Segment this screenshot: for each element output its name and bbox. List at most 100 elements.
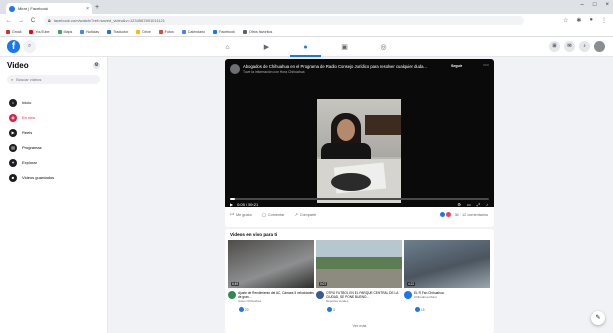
forward-button[interactable]: → (18, 18, 24, 24)
video-thumbnail[interactable]: 6:49 (228, 240, 314, 288)
reaction-summary[interactable]: 36 · 12 comentarios (440, 212, 488, 217)
video-title[interactable]: Abogados de Chihuahua en el Programa de … (243, 64, 453, 69)
suggested-video[interactable]: 4:22 EL R Fan Chihuahua Chihuahua Motor 15 (404, 240, 490, 322)
reload-button[interactable]: C (30, 18, 36, 24)
sidebar-item-explorar[interactable]: ✦ Explorar (7, 156, 100, 169)
bookmark-item[interactable]: Maps (57, 29, 72, 34)
saved-icon: ■ (9, 173, 17, 182)
lock-icon: 🔒︎ (48, 17, 51, 24)
bookmark-favicon-icon (242, 29, 247, 34)
bookmark-item[interactable]: Fotos (158, 29, 174, 34)
browser-toolbar: ← → C 🔒︎ facebook.com/watch/?ref=saved_v… (0, 14, 613, 27)
like-reaction-icon (239, 307, 244, 312)
volume-icon[interactable]: ♪ (486, 202, 488, 207)
page-avatar[interactable] (230, 64, 240, 74)
menu-icon[interactable]: ⋮ (601, 17, 607, 24)
close-window-button[interactable]: × (605, 2, 609, 8)
suggested-video-title[interactable]: Ajuste de Rendimiento del AC, Cámara 5 v… (238, 291, 314, 299)
channel-avatar[interactable] (404, 291, 412, 299)
video-progress-bar[interactable] (230, 198, 489, 200)
sidebar-search[interactable]: ⌕ (7, 75, 100, 84)
facebook-header: f ⌕ ⌂ ▶ ● ▣ ◎ ⊞ ✉ ♪ (0, 37, 613, 57)
share-button[interactable]: ↗ Compartir (295, 212, 317, 218)
sidebar-item-videos-guardados[interactable]: ■ Videos guardados (7, 171, 100, 184)
tab-close-icon[interactable]: × (86, 6, 89, 12)
suggested-video-title[interactable]: OTRO FUTBOL EN EL PARQUE CENTRAL DE LA C… (326, 291, 402, 299)
minimize-button[interactable]: – (581, 2, 584, 8)
new-message-icon[interactable]: ✎ (591, 311, 605, 325)
channel-avatar[interactable] (316, 291, 324, 299)
bookmark-favicon-icon (80, 29, 85, 34)
facebook-logo[interactable]: f (7, 40, 20, 53)
settings-gear-icon[interactable]: ⚙ (93, 62, 100, 69)
new-tab-button[interactable]: + (95, 3, 99, 13)
suggested-reaction-count: 15 (421, 307, 425, 312)
play-icon[interactable]: ▶ (230, 202, 233, 207)
fullscreen-icon[interactable]: ⤢ (477, 202, 480, 207)
sidebar-item-label: Inicio (22, 100, 32, 105)
video-search-input[interactable] (16, 77, 77, 82)
bookmark-item[interactable]: Noticias (80, 29, 99, 34)
home-icon: ⌂ (9, 98, 17, 107)
sidebar-item-reels[interactable]: ▶ Reels (7, 126, 100, 139)
nav-marketplace-icon[interactable]: ▣ (325, 37, 364, 57)
suggested-video[interactable]: 6:49 Ajuste de Rendimiento del AC, Cámara… (228, 240, 314, 322)
more-options-icon[interactable]: ⋯ (483, 62, 489, 69)
suggested-reactions: 3 (327, 307, 335, 312)
bookmark-item[interactable]: Gmail (6, 29, 21, 34)
suggested-video-meta: EL R Fan Chihuahua Chihuahua Motor (404, 291, 490, 299)
live-icon: ◉ (9, 113, 17, 122)
bookmark-star-icon[interactable]: ☆ (563, 17, 568, 24)
bookmark-item[interactable]: Calendario (181, 29, 205, 34)
address-bar[interactable]: 🔒︎ facebook.com/watch/?ref=saved_video&v… (44, 16, 524, 25)
window-controls: – □ × (581, 2, 609, 8)
channel-name[interactable]: Autos Chihuahua (238, 299, 314, 303)
messenger-icon[interactable]: ✉ (564, 41, 575, 52)
bookmark-item[interactable]: Facebook (213, 29, 235, 34)
bookmark-favicon-icon (29, 29, 34, 34)
channel-name[interactable]: Deportes locales (326, 299, 402, 303)
nav-groups-icon[interactable]: ◎ (364, 37, 403, 57)
extensions-icon[interactable]: ✱ (576, 17, 581, 24)
bookmark-favicon-icon (107, 29, 112, 34)
bookmark-item[interactable]: YouTube (29, 29, 50, 34)
bookmark-favicon-icon (57, 29, 62, 34)
sidebar-item-en-vivo[interactable]: ◉ En vivo (7, 111, 100, 124)
sidebar-item-inicio[interactable]: ⌂ Inicio (7, 96, 100, 109)
video-thumbnail[interactable]: 0:07 (316, 240, 402, 288)
video-duration: 6:49 (231, 282, 240, 286)
search-icon[interactable]: ⌕ (23, 40, 36, 53)
nav-video-icon[interactable]: ▶ (247, 37, 286, 57)
nav-watch-icon[interactable]: ● (286, 37, 325, 57)
sidebar-item-programas[interactable]: ▤ Programas (7, 141, 100, 154)
bookmark-item[interactable]: Drive (136, 29, 151, 34)
bookmark-item[interactable]: Traductor (107, 29, 128, 34)
suggested-video[interactable]: 0:07 OTRO FUTBOL EN EL PARQUE CENTRAL DE … (316, 240, 402, 322)
video-feed: Abogados de Chihuahua en el Programa de … (108, 57, 613, 333)
profile-icon[interactable]: ● (589, 17, 593, 24)
explore-icon: ✦ (9, 158, 17, 167)
channel-avatar[interactable] (228, 291, 236, 299)
pip-icon[interactable]: ▭ (467, 202, 471, 207)
maximize-button[interactable]: □ (593, 2, 597, 8)
suggested-video-meta: OTRO FUTBOL EN EL PARQUE CENTRAL DE LA C… (316, 291, 402, 303)
avatar[interactable] (594, 41, 605, 52)
facebook-favicon-icon (9, 5, 15, 12)
header-nav: ⌂ ▶ ● ▣ ◎ (208, 37, 403, 57)
player-controls-right: ⚙ ▭ ⤢ ♪ (457, 202, 488, 207)
browser-tabstrip: Mirar | Facebook × + – □ × (0, 0, 613, 14)
like-button[interactable]: 👍︎ Me gusta (230, 212, 252, 217)
menu-grid-icon[interactable]: ⊞ (549, 41, 560, 52)
follow-button[interactable]: Seguir (451, 64, 462, 68)
browser-tab[interactable]: Mirar | Facebook × (6, 3, 92, 14)
comment-button[interactable]: ◯ Comentar (262, 212, 285, 218)
nav-home-icon[interactable]: ⌂ (208, 37, 247, 57)
bookmark-item[interactable]: Otros favoritos (242, 29, 272, 34)
see-more-link[interactable]: Ver más (225, 324, 494, 328)
video-thumbnail[interactable]: 4:22 (404, 240, 490, 288)
channel-name[interactable]: Chihuahua Motor (414, 295, 444, 299)
video-player[interactable]: Abogados de Chihuahua en el Programa de … (225, 59, 494, 207)
back-button[interactable]: ← (6, 18, 12, 24)
notifications-icon[interactable]: ♪ (579, 41, 590, 52)
settings-icon[interactable]: ⚙ (457, 202, 461, 207)
